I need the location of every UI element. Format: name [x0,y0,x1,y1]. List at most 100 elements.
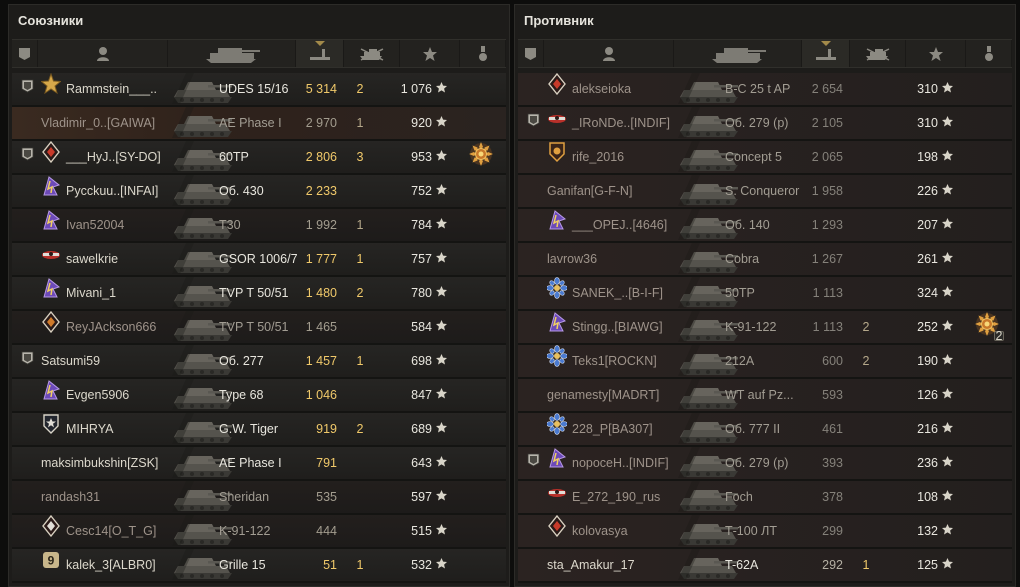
damage-value: 2 065 [811,150,843,164]
enemies-col-squad[interactable] [518,40,544,67]
player-row[interactable]: Satsumi59 Об. 277 1 457 1 698 [12,345,506,379]
player-row[interactable]: nopoceH..[INDIF] Об. 279 (р) 393 236 [518,447,1012,481]
damage-icon [308,46,332,62]
player-name: alekseioka [572,82,632,96]
player-name: MIHRYA [66,422,114,436]
damage-value: 51 [323,558,337,572]
player-row[interactable]: Ivan52004 T30 1 992 1 784 [12,209,506,243]
xp-star-icon [436,481,447,501]
allies-col-medal[interactable] [460,40,506,67]
player-row[interactable]: Pycckuu..[INFAI] Об. 430 2 233 752 [12,175,506,209]
damage-value: 1 113 [812,286,843,300]
player-row[interactable]: Teks1[ROCKN] 212A 600 2 190 [518,345,1012,379]
vehicle-name: Об. 277 [219,354,264,368]
damage-value: 1 267 [811,252,843,266]
player-row[interactable]: ___HyJ..[SY-DO] 60TP 2 806 3 953 [12,140,506,175]
vehicle-name: T30 [219,218,241,232]
player-row[interactable]: _IRoNDe..[INDIF] Об. 279 (р) 2 105 310 [518,107,1012,141]
xp-star-icon [436,73,447,93]
frags-value: 3 [356,150,364,164]
player-row[interactable]: SANEK_..[B-I-F] 50TP 1 113 324 [518,277,1012,311]
player-name: Rammstein___.. [66,82,158,96]
frags-icon [357,47,387,61]
player-row[interactable]: Vladimir_0..[GAIWA] AE Phase I 2 970 1 920 [12,107,506,141]
xp-star-icon [942,243,953,263]
player-name: lavrow36 [547,252,598,266]
player-row[interactable]: lavrow36 Cobra 1 267 261 [518,243,1012,277]
xp-value: 324 [917,286,938,300]
vehicle-name: Type 68 [219,388,264,402]
allies-col-squad[interactable] [12,40,38,67]
allies-col-xp-star[interactable] [400,40,460,67]
purple-lightning-icon [41,379,61,401]
platoon-icon [527,447,540,467]
enemies-col-damage[interactable] [802,40,850,67]
enemies-col-player[interactable] [544,40,674,67]
player-row[interactable]: Cesc14[O_T_G] K-91-122 444 515 [12,514,506,549]
xp-star-icon [436,243,447,263]
player-row[interactable]: E_272_190_rus Foch 378 108 [518,481,1012,515]
enemies-col-medal[interactable] [966,40,1012,67]
vehicle-icon [708,45,768,63]
damage-value: 2 233 [305,184,337,198]
player-row[interactable]: ReyJAckson666 TVP T 50/51 1 465 584 [12,310,506,345]
xp-value: 236 [917,456,938,470]
xp-star-icon [942,379,953,399]
player-row[interactable]: 228_P[BA307] Об. 777 II 461 216 [518,413,1012,447]
allies-col-damage[interactable] [296,40,344,67]
platoon-icon [527,107,540,127]
frags-value: 2 [862,354,870,368]
player-row[interactable]: Stingg..[BIAWG] K-91-122 1 113 2 252 2 [518,311,1012,345]
xp-value: 920 [411,116,432,130]
enemies-col-vehicle[interactable] [674,40,802,67]
player-row[interactable]: randash31 Sheridan 535 597 [12,481,506,515]
flower-blue-icon [546,413,568,435]
player-row[interactable]: alekseioka В-С 25 t AP 2 654 310 [518,72,1012,107]
player-row[interactable]: 9 kalek_3[ALBR0] Grille 15 51 1 532 [12,549,506,583]
player-name: randash31 [41,490,101,504]
player-row[interactable]: rife_2016 Concept 5 2 065 198 [518,141,1012,175]
xp-value: 757 [411,252,432,266]
player-icon [96,46,110,62]
allies-col-vehicle[interactable] [168,40,296,67]
damage-value: 2 970 [305,116,337,130]
xp-value: 125 [917,558,938,572]
player-row[interactable]: ___OPEJ..[4646] Об. 140 1 293 207 [518,209,1012,243]
enemies-col-xp-star[interactable] [906,40,966,67]
player-row[interactable]: Evgen5906 Type 68 1 046 847 [12,379,506,413]
diamond-red-icon [547,514,567,538]
xp-value: 780 [411,286,432,300]
player-row[interactable]: maksimbukshin[ZSK] AE Phase I 791 643 [12,447,506,481]
player-row[interactable]: genamesty[MADRT] WT auf Pz... 593 126 [518,379,1012,413]
xp-star-icon [942,141,953,161]
player-row[interactable]: Mivani_1 TVP T 50/51 1 480 2 780 [12,277,506,311]
player-name: Vladimir_0..[GAIWA] [41,116,156,130]
player-row[interactable]: kolovasya Т-100 ЛТ 299 132 [518,514,1012,549]
damage-value: 1 113 [812,320,843,334]
enemies-col-frags[interactable] [850,40,906,67]
frags-value: 2 [356,82,364,96]
allies-col-player[interactable] [38,40,168,67]
squad-icon [524,47,537,61]
xp-value: 310 [917,82,938,96]
player-row[interactable]: Rammstein___.. UDES 15/16 5 314 2 1 076 [12,72,506,107]
player-row[interactable]: sta_Amakur_17 T-62A 292 1 125 [518,549,1012,583]
player-row[interactable]: MIHRYA G.W. Tiger 919 2 689 [12,413,506,447]
player-row[interactable]: sawelkrie GSOR 1006/7 1 777 1 757 [12,243,506,277]
player-name: genamesty[MADRT] [547,388,660,402]
xp-value: 310 [917,116,938,130]
vehicle-name: AE Phase I [219,116,282,130]
player-name: Evgen5906 [66,388,130,402]
xp-value: 207 [917,218,938,232]
player-name: 228_P[BA307] [572,422,653,436]
xp-star-icon [436,413,447,433]
red-plane-icon [547,481,567,503]
frags-icon [863,47,893,61]
player-row[interactable]: Ganifan[G-F-N] S. Conqueror 1 958 226 [518,175,1012,209]
allies-col-frags[interactable] [344,40,400,67]
xp-value: 847 [411,388,432,402]
damage-value: 535 [316,490,337,504]
diamond-red-icon [41,140,61,164]
xp-value: 752 [411,184,432,198]
vehicle-name: Об. 140 [725,218,770,232]
